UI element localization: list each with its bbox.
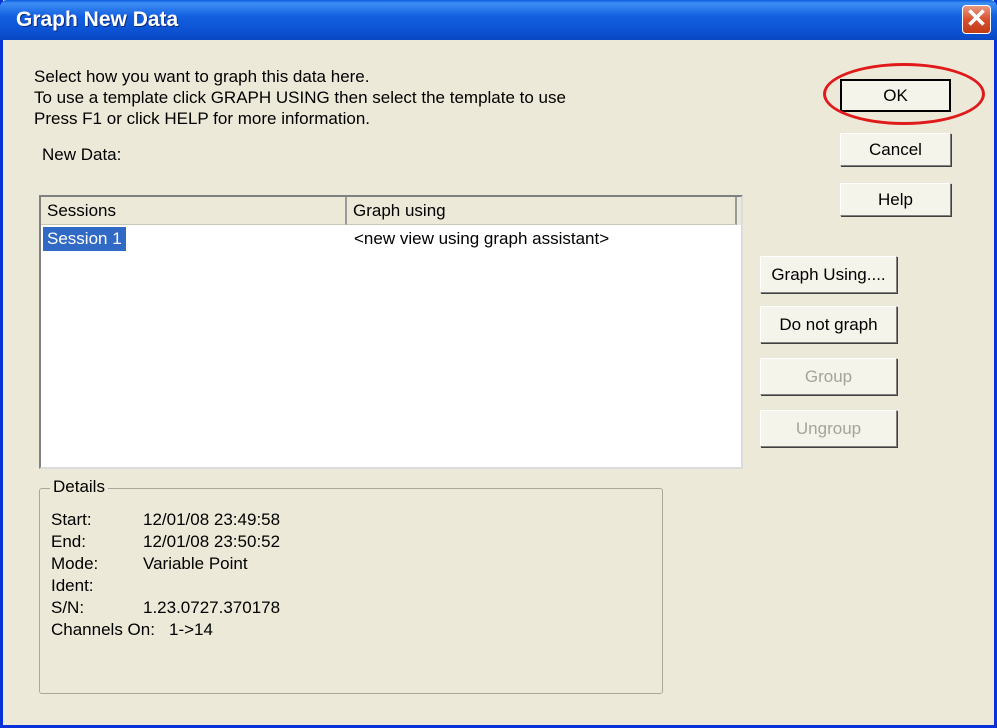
channels-label: Channels On:: [51, 620, 155, 639]
graph-using-button[interactable]: Graph Using....: [760, 256, 897, 293]
details-legend: Details: [50, 477, 108, 497]
end-label: End:: [51, 532, 86, 551]
cancel-button[interactable]: Cancel: [840, 133, 951, 166]
sn-value: 1.23.0727.370178: [143, 598, 281, 617]
session-cell[interactable]: Session 1: [43, 227, 126, 251]
sn-label: S/N:: [51, 598, 85, 617]
window-title: Graph New Data: [16, 8, 179, 31]
ungroup-button[interactable]: Ungroup: [760, 410, 897, 447]
ident-label: Ident:: [51, 576, 94, 595]
mode-label: Mode:: [51, 554, 99, 573]
graph-new-data-dialog: Graph New Data ✕ Select how you want to …: [0, 0, 997, 728]
title-bar[interactable]: Graph New Data ✕: [0, 0, 997, 40]
channels-value: 1->14: [169, 620, 213, 639]
new-data-label: New Data:: [42, 145, 122, 164]
column-header-graph-using[interactable]: Graph using: [347, 197, 737, 225]
close-icon[interactable]: ✕: [962, 5, 991, 34]
start-value: 12/01/08 23:49:58: [143, 510, 281, 529]
instruction-line-2: To use a template click GRAPH USING then…: [34, 88, 566, 107]
sessions-list[interactable]: Sessions Graph using Session 1 <new view…: [39, 195, 743, 469]
table-row[interactable]: Session 1 <new view using graph assistan…: [41, 227, 741, 251]
start-label: Start:: [51, 510, 92, 529]
end-value: 12/01/08 23:50:52: [143, 532, 281, 551]
mode-value: Variable Point: [143, 554, 248, 573]
ok-button[interactable]: OK: [840, 79, 951, 112]
instruction-line-3: Press F1 or click HELP for more informat…: [34, 109, 371, 128]
help-button[interactable]: Help: [840, 183, 951, 216]
graph-using-cell[interactable]: <new view using graph assistant>: [354, 227, 609, 251]
details-group: Details Start: 12/01/08 23:49:58 End: 12…: [39, 477, 663, 694]
group-button[interactable]: Group: [760, 358, 897, 395]
list-header: Sessions Graph using: [41, 197, 741, 225]
do-not-graph-button[interactable]: Do not graph: [760, 306, 897, 343]
column-header-sessions[interactable]: Sessions: [41, 197, 347, 225]
instruction-line-1: Select how you want to graph this data h…: [34, 67, 370, 86]
